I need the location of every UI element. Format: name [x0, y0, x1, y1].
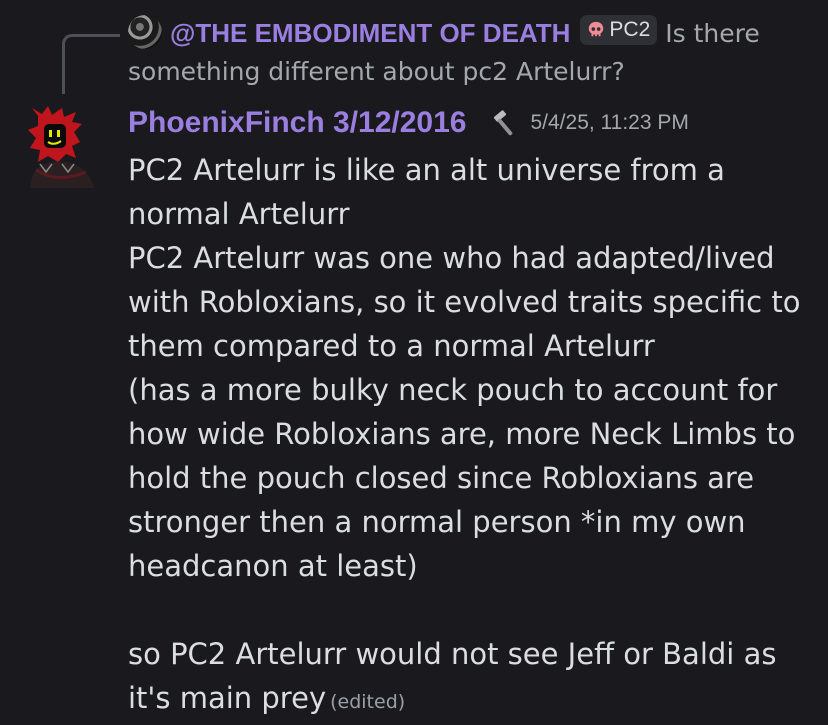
message-content: PC2 Artelurr is like an alt universe fro…	[128, 148, 808, 724]
message-line: PC2 Artelurr was one who had adapted/liv…	[128, 241, 801, 363]
reply-author[interactable]: @THE EMBODIMENT OF DEATH	[170, 18, 570, 48]
message-line-last: so PC2 Artelurr would not see Jeff or Ba…	[128, 632, 808, 724]
reply-reference[interactable]: @THE EMBODIMENT OF DEATH PC2 Is there some…	[128, 14, 808, 91]
server-tag-label: PC2	[609, 18, 651, 41]
author-name[interactable]: PhoenixFinch 3/12/2016	[128, 106, 466, 140]
timestamp[interactable]: 5/4/25, 11:23 PM	[530, 111, 688, 135]
reply-connector	[62, 34, 120, 94]
edited-label: (edited)	[330, 691, 406, 713]
hammer-icon[interactable]	[490, 107, 522, 139]
message-line: (has a more bulky neck pouch to account …	[128, 373, 796, 583]
message-line: so PC2 Artelurr would not see Jeff or Ba…	[128, 637, 777, 715]
message-header: PhoenixFinch 3/12/2016 5/4/25, 11:23 PM	[128, 102, 689, 144]
avatar[interactable]	[22, 106, 96, 188]
chat-message: @THE EMBODIMENT OF DEATH PC2 Is there some…	[0, 0, 828, 725]
reply-avatar[interactable]	[128, 15, 162, 49]
server-tag[interactable]: PC2	[580, 15, 658, 45]
message-line: PC2 Artelurr is like an alt universe fro…	[128, 153, 725, 231]
skull-icon	[589, 21, 604, 37]
